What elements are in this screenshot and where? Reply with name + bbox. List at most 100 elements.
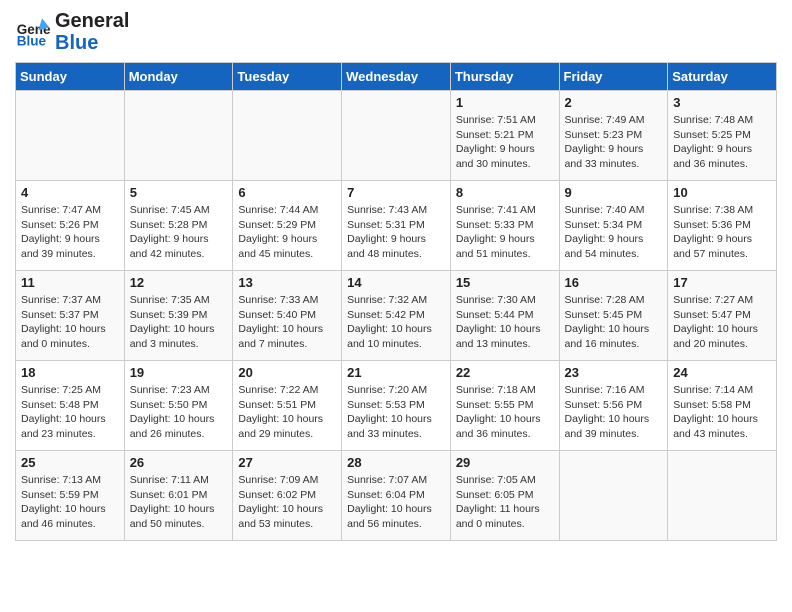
day-number: 22	[456, 365, 554, 380]
calendar-body: 1 Sunrise: 7:51 AM Sunset: 5:21 PM Daylig…	[16, 91, 777, 541]
day-info: Sunrise: 7:22 AM Sunset: 5:51 PM Dayligh…	[238, 383, 336, 442]
calendar-cell: 20 Sunrise: 7:22 AM Sunset: 5:51 PM Dayli…	[233, 361, 342, 451]
logo-blue: Blue	[55, 32, 129, 54]
calendar-table: SundayMondayTuesdayWednesdayThursdayFrid…	[15, 62, 777, 541]
day-info: Sunrise: 7:18 AM Sunset: 5:55 PM Dayligh…	[456, 383, 554, 442]
calendar-cell: 28Sunrise: 7:07 AM Sunset: 6:04 PM Dayli…	[342, 451, 451, 541]
day-info: Sunrise: 7:49 AM Sunset: 5:23 PM Dayligh…	[565, 113, 663, 172]
day-info: Sunrise: 7:44 AM Sunset: 5:29 PM Dayligh…	[238, 203, 336, 262]
day-number: 19	[130, 365, 228, 380]
day-info: Sunrise: 7:47 AM Sunset: 5:26 PM Dayligh…	[21, 203, 119, 262]
day-number: 26	[130, 455, 228, 470]
calendar-cell: 27Sunrise: 7:09 AM Sunset: 6:02 PM Dayli…	[233, 451, 342, 541]
day-info: Sunrise: 7:11 AM Sunset: 6:01 PM Dayligh…	[130, 473, 228, 532]
day-info: Sunrise: 7:45 AM Sunset: 5:28 PM Dayligh…	[130, 203, 228, 262]
day-info: Sunrise: 7:07 AM Sunset: 6:04 PM Dayligh…	[347, 473, 445, 532]
calendar-cell: 23 Sunrise: 7:16 AM Sunset: 5:56 PM Dayli…	[559, 361, 668, 451]
day-info: Sunrise: 7:05 AM Sunset: 6:05 PM Dayligh…	[456, 473, 554, 532]
day-number: 4	[21, 185, 119, 200]
day-number: 7	[347, 185, 445, 200]
day-number: 29	[456, 455, 554, 470]
day-number: 11	[21, 275, 119, 290]
weekday-header-tuesday: Tuesday	[233, 63, 342, 91]
day-info: Sunrise: 7:14 AM Sunset: 5:58 PM Dayligh…	[673, 383, 771, 442]
day-number: 21	[347, 365, 445, 380]
day-number: 5	[130, 185, 228, 200]
day-info: Sunrise: 7:30 AM Sunset: 5:44 PM Dayligh…	[456, 293, 554, 352]
day-info: Sunrise: 7:28 AM Sunset: 5:45 PM Dayligh…	[565, 293, 663, 352]
calendar-cell: 11 Sunrise: 7:37 AM Sunset: 5:37 PM Dayli…	[16, 271, 125, 361]
day-number: 23	[565, 365, 663, 380]
day-number: 9	[565, 185, 663, 200]
day-number: 3	[673, 95, 771, 110]
calendar-cell: 7 Sunrise: 7:43 AM Sunset: 5:31 PM Daylig…	[342, 181, 451, 271]
day-info: Sunrise: 7:20 AM Sunset: 5:53 PM Dayligh…	[347, 383, 445, 442]
svg-text:Blue: Blue	[17, 34, 47, 49]
day-number: 6	[238, 185, 336, 200]
calendar-cell: 13 Sunrise: 7:33 AM Sunset: 5:40 PM Dayli…	[233, 271, 342, 361]
weekday-header-saturday: Saturday	[668, 63, 777, 91]
day-info: Sunrise: 7:51 AM Sunset: 5:21 PM Dayligh…	[456, 113, 554, 172]
calendar-cell: 24 Sunrise: 7:14 AM Sunset: 5:58 PM Dayli…	[668, 361, 777, 451]
page-header: General Blue General Blue	[15, 10, 777, 54]
calendar-cell: 1 Sunrise: 7:51 AM Sunset: 5:21 PM Daylig…	[450, 91, 559, 181]
day-number: 13	[238, 275, 336, 290]
calendar-cell: 2Sunrise: 7:49 AM Sunset: 5:23 PM Daylig…	[559, 91, 668, 181]
calendar-cell	[342, 91, 451, 181]
day-info: Sunrise: 7:43 AM Sunset: 5:31 PM Dayligh…	[347, 203, 445, 262]
day-info: Sunrise: 7:33 AM Sunset: 5:40 PM Dayligh…	[238, 293, 336, 352]
calendar-week-1: 1 Sunrise: 7:51 AM Sunset: 5:21 PM Daylig…	[16, 91, 777, 181]
day-number: 10	[673, 185, 771, 200]
calendar-cell	[16, 91, 125, 181]
day-info: Sunrise: 7:41 AM Sunset: 5:33 PM Dayligh…	[456, 203, 554, 262]
calendar-cell	[559, 451, 668, 541]
calendar-cell: 22 Sunrise: 7:18 AM Sunset: 5:55 PM Dayli…	[450, 361, 559, 451]
day-info: Sunrise: 7:16 AM Sunset: 5:56 PM Dayligh…	[565, 383, 663, 442]
day-info: Sunrise: 7:25 AM Sunset: 5:48 PM Dayligh…	[21, 383, 119, 442]
calendar-cell: 8 Sunrise: 7:41 AM Sunset: 5:33 PM Daylig…	[450, 181, 559, 271]
day-number: 8	[456, 185, 554, 200]
day-info: Sunrise: 7:37 AM Sunset: 5:37 PM Dayligh…	[21, 293, 119, 352]
calendar-cell: 6 Sunrise: 7:44 AM Sunset: 5:29 PM Daylig…	[233, 181, 342, 271]
day-number: 17	[673, 275, 771, 290]
logo-icon: General Blue	[15, 14, 51, 50]
calendar-cell: 3 Sunrise: 7:48 AM Sunset: 5:25 PM Daylig…	[668, 91, 777, 181]
day-number: 1	[456, 95, 554, 110]
calendar-week-4: 18Sunrise: 7:25 AM Sunset: 5:48 PM Dayli…	[16, 361, 777, 451]
day-number: 24	[673, 365, 771, 380]
calendar-cell: 29 Sunrise: 7:05 AM Sunset: 6:05 PM Dayli…	[450, 451, 559, 541]
calendar-cell	[668, 451, 777, 541]
day-info: Sunrise: 7:09 AM Sunset: 6:02 PM Dayligh…	[238, 473, 336, 532]
day-number: 25	[21, 455, 119, 470]
day-number: 12	[130, 275, 228, 290]
day-info: Sunrise: 7:48 AM Sunset: 5:25 PM Dayligh…	[673, 113, 771, 172]
calendar-cell: 26 Sunrise: 7:11 AM Sunset: 6:01 PM Dayli…	[124, 451, 233, 541]
day-info: Sunrise: 7:23 AM Sunset: 5:50 PM Dayligh…	[130, 383, 228, 442]
calendar-cell: 25Sunrise: 7:13 AM Sunset: 5:59 PM Dayli…	[16, 451, 125, 541]
calendar-cell: 5 Sunrise: 7:45 AM Sunset: 5:28 PM Daylig…	[124, 181, 233, 271]
calendar-cell: 4 Sunrise: 7:47 AM Sunset: 5:26 PM Daylig…	[16, 181, 125, 271]
calendar-header-row: SundayMondayTuesdayWednesdayThursdayFrid…	[16, 63, 777, 91]
day-info: Sunrise: 7:38 AM Sunset: 5:36 PM Dayligh…	[673, 203, 771, 262]
day-info: Sunrise: 7:27 AM Sunset: 5:47 PM Dayligh…	[673, 293, 771, 352]
day-number: 20	[238, 365, 336, 380]
calendar-cell: 12 Sunrise: 7:35 AM Sunset: 5:39 PM Dayli…	[124, 271, 233, 361]
calendar-cell: 17 Sunrise: 7:27 AM Sunset: 5:47 PM Dayli…	[668, 271, 777, 361]
logo-general: General	[55, 10, 129, 32]
calendar-cell: 21 Sunrise: 7:20 AM Sunset: 5:53 PM Dayli…	[342, 361, 451, 451]
calendar-week-2: 4 Sunrise: 7:47 AM Sunset: 5:26 PM Daylig…	[16, 181, 777, 271]
day-info: Sunrise: 7:40 AM Sunset: 5:34 PM Dayligh…	[565, 203, 663, 262]
day-number: 15	[456, 275, 554, 290]
day-number: 16	[565, 275, 663, 290]
weekday-header-thursday: Thursday	[450, 63, 559, 91]
day-info: Sunrise: 7:35 AM Sunset: 5:39 PM Dayligh…	[130, 293, 228, 352]
calendar-cell: 18Sunrise: 7:25 AM Sunset: 5:48 PM Dayli…	[16, 361, 125, 451]
calendar-cell	[233, 91, 342, 181]
weekday-header-monday: Monday	[124, 63, 233, 91]
weekday-header-sunday: Sunday	[16, 63, 125, 91]
calendar-week-5: 25Sunrise: 7:13 AM Sunset: 5:59 PM Dayli…	[16, 451, 777, 541]
calendar-cell: 19 Sunrise: 7:23 AM Sunset: 5:50 PM Dayli…	[124, 361, 233, 451]
calendar-cell: 15 Sunrise: 7:30 AM Sunset: 5:44 PM Dayli…	[450, 271, 559, 361]
calendar-cell: 10 Sunrise: 7:38 AM Sunset: 5:36 PM Dayli…	[668, 181, 777, 271]
calendar-cell: 14Sunrise: 7:32 AM Sunset: 5:42 PM Dayli…	[342, 271, 451, 361]
